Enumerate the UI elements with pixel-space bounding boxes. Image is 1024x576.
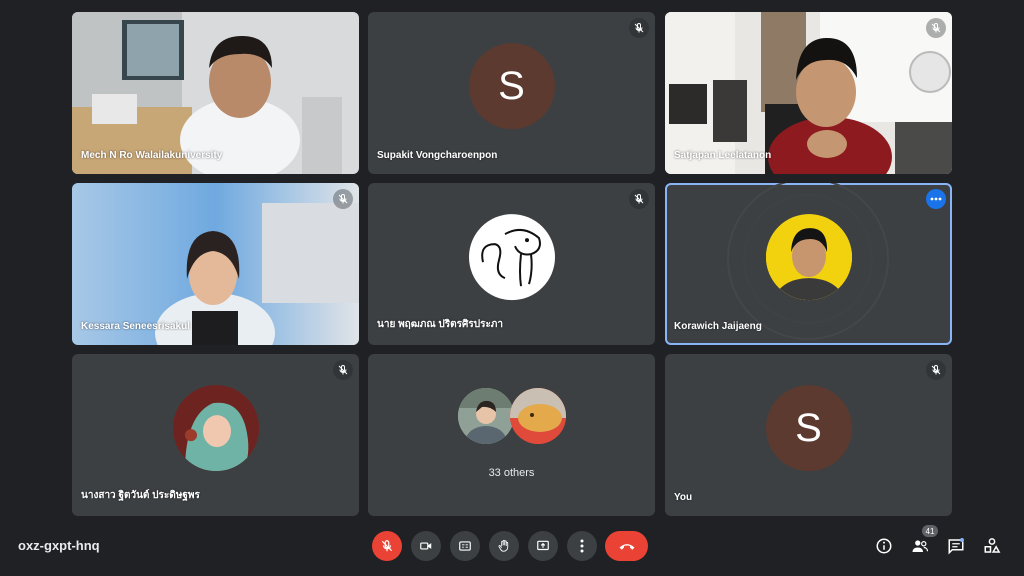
captions-icon xyxy=(459,541,471,551)
participant-name: Korawich Jaijaeng xyxy=(674,321,762,332)
meeting-code: oxz-gxpt-hnq xyxy=(18,538,100,553)
participant-tile-1[interactable]: Mech N Ro Walailakuniversity xyxy=(72,12,359,174)
leave-call-button[interactable] xyxy=(605,531,648,561)
activities-button[interactable] xyxy=(981,535,1003,557)
others-count: 33 others xyxy=(488,467,535,479)
raise-hand-button[interactable] xyxy=(489,531,519,561)
participant-tile-3[interactable]: Satjapan Leelatanon xyxy=(665,12,952,174)
participant-tile-4[interactable]: Kessara Seneesrisakul xyxy=(72,183,359,345)
participant-name: Kessara Seneesrisakul xyxy=(81,321,190,332)
participant-name: Mech N Ro Walailakuniversity xyxy=(81,150,223,161)
avatar xyxy=(468,214,555,301)
mic-off-icon xyxy=(381,540,393,552)
captions-button[interactable] xyxy=(450,531,480,561)
mic-toggle-button[interactable] xyxy=(372,531,402,561)
people-icon xyxy=(912,540,929,552)
present-button[interactable] xyxy=(528,531,558,561)
meeting-details-button[interactable] xyxy=(873,535,895,557)
present-icon xyxy=(537,540,549,551)
chat-icon xyxy=(948,538,964,555)
camera-toggle-button[interactable] xyxy=(411,531,441,561)
mic-off-icon xyxy=(333,360,353,380)
info-icon xyxy=(876,538,892,554)
others-tile[interactable]: 33 others xyxy=(368,354,655,516)
activities-icon xyxy=(984,538,1001,553)
mic-off-icon xyxy=(926,18,946,38)
avatar xyxy=(172,385,259,472)
participant-name: นาย พฤฒภณ ปริตรศิรประภา xyxy=(377,319,504,330)
camera-icon xyxy=(420,542,432,550)
participant-tile-7[interactable]: นางสาว ฐิตวันต์ ประดิษฐพร xyxy=(72,354,359,516)
participant-tile-6[interactable]: Korawich Jaijaeng xyxy=(665,183,952,345)
raise-hand-icon xyxy=(498,539,509,552)
people-count-badge: 41 xyxy=(922,525,938,537)
participant-name: นางสาว ฐิตวันต์ ประดิษฐพร xyxy=(81,490,200,501)
mic-off-icon xyxy=(629,189,649,209)
self-tile[interactable]: S You xyxy=(665,354,952,516)
participant-tile-2[interactable]: S Supakit Vongcharoenpon xyxy=(368,12,655,174)
people-button[interactable] xyxy=(909,535,931,557)
more-options-button[interactable] xyxy=(567,531,597,561)
participant-name: Supakit Vongcharoenpon xyxy=(377,150,498,161)
participant-name: Satjapan Leelatanon xyxy=(674,150,772,161)
others-avatar-2 xyxy=(510,388,566,444)
others-avatar-1 xyxy=(458,388,514,444)
avatar: S xyxy=(765,385,852,472)
participant-name: You xyxy=(674,492,693,503)
mic-off-icon xyxy=(333,189,353,209)
mic-off-icon xyxy=(926,360,946,380)
participant-tile-5[interactable]: นาย พฤฒภณ ปริตรศิรประภา xyxy=(368,183,655,345)
more-options-icon[interactable] xyxy=(926,189,946,209)
call-end-icon xyxy=(619,544,634,550)
chat-button[interactable] xyxy=(945,535,967,557)
more-vert-icon xyxy=(580,539,584,553)
avatar: S xyxy=(468,43,555,130)
mic-off-icon xyxy=(629,18,649,38)
avatar xyxy=(765,214,852,301)
